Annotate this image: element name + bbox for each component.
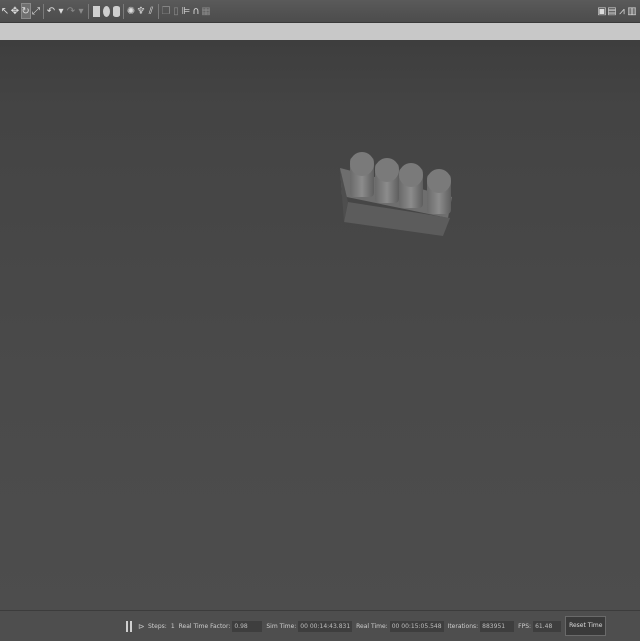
sim-time-label: Sim Time: (266, 622, 297, 630)
iterations-value: 883951 (480, 620, 515, 632)
iterations-label: Iterations: (447, 622, 479, 630)
select-icon[interactable]: ↖ (1, 3, 10, 19)
spot-light-icon[interactable]: ♆ (137, 3, 146, 19)
real-time-value: 00 00:15:05.548 (389, 620, 444, 632)
box-shape-icon[interactable] (92, 3, 101, 19)
cylinder-shape-glyph (112, 5, 120, 17)
log-icon[interactable]: ▥ (627, 3, 636, 19)
fps-value: 61.48 (533, 620, 562, 632)
pause-button[interactable] (126, 620, 132, 632)
rtf-value: 0.98 (232, 620, 263, 632)
step-icon[interactable]: ⊳ (138, 622, 145, 631)
toolbar-separator (123, 3, 124, 19)
status-bar: ⊳ Steps: 1 Real Time Factor: 0.98 Sim Ti… (0, 610, 640, 641)
toolbar-separator (158, 3, 159, 19)
sim-time-value: 00 00:14:43.831 (298, 620, 353, 632)
scale-icon[interactable]: ⤢ (32, 3, 41, 19)
redo-dropdown-icon[interactable]: ▾ (77, 3, 86, 19)
rotate-icon[interactable]: ↻ (20, 3, 31, 19)
stud (399, 163, 423, 208)
screenshot-icon[interactable]: ▦ (201, 3, 210, 19)
reset-time-button[interactable]: Reset Time (565, 616, 607, 636)
stud (350, 152, 374, 197)
record-video-icon[interactable]: ▤ (607, 3, 616, 19)
directional-light-icon[interactable]: ⫽ (147, 3, 156, 19)
undo-dropdown-icon[interactable]: ▾ (57, 3, 66, 19)
main-toolbar: ↖ ✥ ↻ ⤢ ↶ ▾ ↷ ▾ ✺ ♆ ⫽ ❐ ▯ ⊫ ∩ ▦ ▣ ▤ ⩘ ▥ (0, 0, 640, 23)
stud (427, 169, 451, 214)
plot-icon[interactable]: ⩘ (618, 3, 627, 19)
sphere-shape-glyph (102, 5, 110, 17)
sphere-shape-icon[interactable] (102, 3, 111, 19)
3d-viewport[interactable] (0, 40, 640, 610)
lego-brick-model[interactable] (340, 152, 452, 236)
point-light-icon[interactable]: ✺ (127, 3, 136, 19)
light-tools: ✺ ♆ ⫽ (126, 0, 156, 22)
toolbar-right: ▣ ▤ ⩘ ▥ (597, 0, 637, 22)
redo-icon[interactable]: ↷ (67, 3, 76, 19)
paste-icon[interactable]: ▯ (172, 3, 181, 19)
translate-icon[interactable]: ✥ (11, 3, 20, 19)
rtf-label: Real Time Factor: (178, 622, 231, 630)
toolbar-separator (88, 3, 89, 19)
toolbar-separator (43, 3, 44, 19)
steps-label: Steps: (148, 622, 167, 630)
stud (375, 158, 399, 203)
fps-label: FPS: (518, 622, 532, 630)
undo-icon[interactable]: ↶ (47, 3, 56, 19)
shape-tools (91, 0, 121, 22)
camera-icon[interactable]: ▣ (597, 3, 606, 19)
edit-tools: ❐ ▯ ⊫ ∩ ▦ (161, 0, 211, 22)
box-shape-glyph (92, 5, 100, 17)
pause-bar (126, 620, 128, 632)
real-time-label: Real Time: (356, 622, 388, 630)
scene-canvas (340, 152, 452, 236)
manipulation-tools: ↖ ✥ ↻ ⤢ (0, 0, 41, 22)
pause-bar (130, 620, 132, 632)
copy-icon[interactable]: ❐ (162, 3, 171, 19)
cylinder-shape-icon[interactable] (112, 3, 121, 19)
steps-value[interactable]: 1 (171, 623, 175, 630)
toolbar-strip (0, 23, 640, 40)
snap-icon[interactable]: ∩ (192, 3, 201, 19)
align-icon[interactable]: ⊫ (182, 3, 191, 19)
history-tools: ↶ ▾ ↷ ▾ (46, 0, 86, 22)
